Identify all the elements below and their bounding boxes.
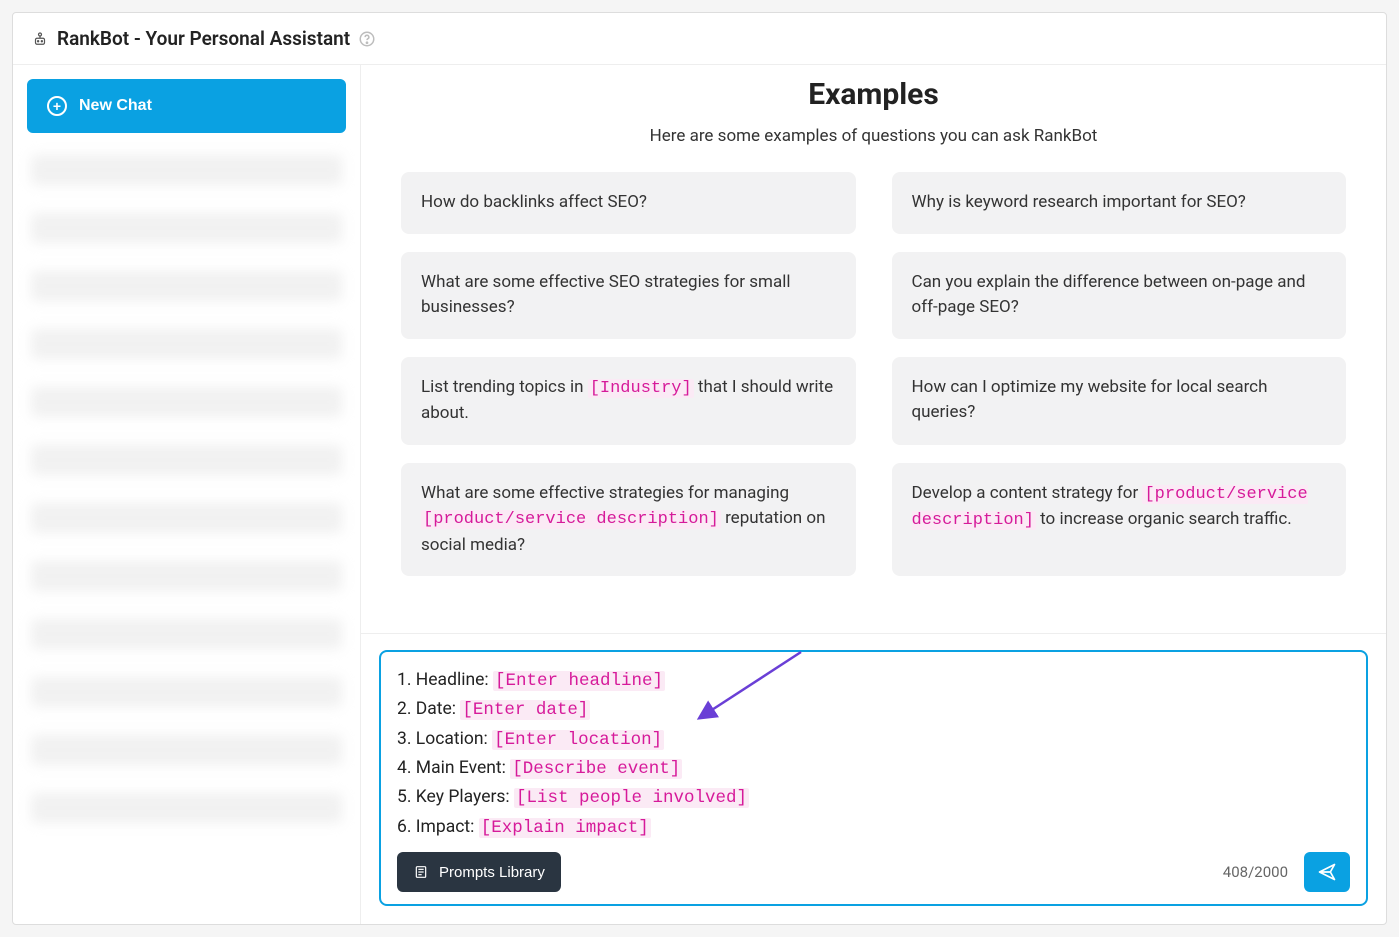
input-footer: Prompts Library 408/2000 bbox=[397, 852, 1350, 892]
input-text: 3. Location: bbox=[397, 729, 492, 749]
input-text: 1. Headline: bbox=[397, 670, 493, 690]
input-variable: [Explain impact] bbox=[479, 818, 651, 838]
chat-history-item[interactable] bbox=[31, 503, 342, 533]
chat-history-item[interactable] bbox=[31, 445, 342, 475]
example-text: Develop a content strategy for bbox=[912, 483, 1143, 503]
input-line-1[interactable]: 2. Date: [Enter date] bbox=[397, 695, 1350, 724]
example-text: Why is keyword research important for SE… bbox=[912, 192, 1246, 212]
input-zone: 1. Headline: [Enter headline]2. Date: [E… bbox=[361, 633, 1386, 924]
input-variable: [Describe event] bbox=[510, 759, 682, 779]
example-card-0[interactable]: How do backlinks affect SEO? bbox=[401, 172, 856, 234]
example-card-4[interactable]: List trending topics in [Industry] that … bbox=[401, 357, 856, 445]
examples-grid: How do backlinks affect SEO? Why is keywo… bbox=[401, 172, 1346, 576]
example-card-2[interactable]: What are some effective SEO strategies f… bbox=[401, 252, 856, 339]
example-text: How can I optimize my website for local … bbox=[912, 377, 1268, 423]
input-text: 5. Key Players: bbox=[397, 787, 514, 807]
examples-title: Examples bbox=[401, 77, 1346, 112]
prompts-library-button[interactable]: Prompts Library bbox=[397, 852, 561, 892]
app-frame: RankBot - Your Personal Assistant + New … bbox=[12, 12, 1387, 925]
new-chat-label: New Chat bbox=[79, 97, 152, 115]
input-text: 6. Impact: bbox=[397, 817, 479, 837]
library-icon bbox=[413, 864, 429, 880]
input-line-0[interactable]: 1. Headline: [Enter headline] bbox=[397, 666, 1350, 695]
input-variable: [Enter headline] bbox=[493, 671, 665, 691]
chat-history-item[interactable] bbox=[31, 213, 342, 243]
input-line-3[interactable]: 4. Main Event: [Describe event] bbox=[397, 754, 1350, 783]
input-variable: [Enter date] bbox=[460, 700, 590, 720]
example-card-1[interactable]: Why is keyword research important for SE… bbox=[892, 172, 1347, 234]
help-icon[interactable] bbox=[358, 30, 376, 48]
examples-subtitle: Here are some examples of questions you … bbox=[401, 126, 1346, 146]
input-line-2[interactable]: 3. Location: [Enter location] bbox=[397, 725, 1350, 754]
chat-history-item[interactable] bbox=[31, 561, 342, 591]
chat-input-box[interactable]: 1. Headline: [Enter headline]2. Date: [E… bbox=[379, 650, 1368, 906]
title-bar: RankBot - Your Personal Assistant bbox=[13, 13, 1386, 65]
example-text: How do backlinks affect SEO? bbox=[421, 192, 647, 212]
example-text: to increase organic search traffic. bbox=[1036, 509, 1292, 529]
new-chat-button[interactable]: + New Chat bbox=[27, 79, 346, 133]
send-button[interactable] bbox=[1304, 852, 1350, 892]
input-variable: [List people involved] bbox=[514, 788, 749, 808]
example-variable: [Industry] bbox=[588, 379, 694, 398]
input-line-5[interactable]: 6. Impact: [Explain impact] bbox=[397, 813, 1350, 842]
example-text: What are some effective strategies for m… bbox=[421, 483, 789, 503]
send-icon bbox=[1317, 862, 1337, 882]
input-text: 4. Main Event: bbox=[397, 758, 510, 778]
chat-history-item[interactable] bbox=[31, 677, 342, 707]
page-title: RankBot - Your Personal Assistant bbox=[57, 27, 350, 50]
example-card-6[interactable]: What are some effective strategies for m… bbox=[401, 463, 856, 577]
examples-area: Examples Here are some examples of quest… bbox=[361, 65, 1386, 633]
main-panel: Examples Here are some examples of quest… bbox=[361, 65, 1386, 924]
chat-history-item[interactable] bbox=[31, 793, 342, 823]
plus-icon: + bbox=[47, 96, 67, 116]
example-card-3[interactable]: Can you explain the difference between o… bbox=[892, 252, 1347, 339]
chat-history-item[interactable] bbox=[31, 619, 342, 649]
example-text: Can you explain the difference between o… bbox=[912, 272, 1306, 318]
chat-history-item[interactable] bbox=[31, 271, 342, 301]
chat-history-item[interactable] bbox=[31, 735, 342, 765]
chat-history-item[interactable] bbox=[31, 387, 342, 417]
input-variable: [Enter location] bbox=[492, 730, 664, 750]
chat-history-item[interactable] bbox=[31, 155, 342, 185]
prompts-library-label: Prompts Library bbox=[439, 864, 545, 881]
chat-history-list bbox=[27, 151, 346, 843]
input-line-4[interactable]: 5. Key Players: [List people involved] bbox=[397, 783, 1350, 812]
example-text: What are some effective SEO strategies f… bbox=[421, 272, 790, 318]
input-footer-right: 408/2000 bbox=[1223, 852, 1350, 892]
chat-input-content[interactable]: 1. Headline: [Enter headline]2. Date: [E… bbox=[397, 666, 1350, 842]
body-row: + New Chat Examples Here are some exampl… bbox=[13, 65, 1386, 924]
char-count: 408/2000 bbox=[1223, 863, 1288, 881]
chat-history-item[interactable] bbox=[31, 329, 342, 359]
example-card-7[interactable]: Develop a content strategy for [product/… bbox=[892, 463, 1347, 577]
input-text: 2. Date: bbox=[397, 699, 460, 719]
example-variable: [product/service description] bbox=[421, 510, 721, 529]
robot-icon bbox=[31, 30, 49, 48]
example-card-5[interactable]: How can I optimize my website for local … bbox=[892, 357, 1347, 445]
sidebar: + New Chat bbox=[13, 65, 361, 924]
example-text: List trending topics in bbox=[421, 377, 588, 397]
